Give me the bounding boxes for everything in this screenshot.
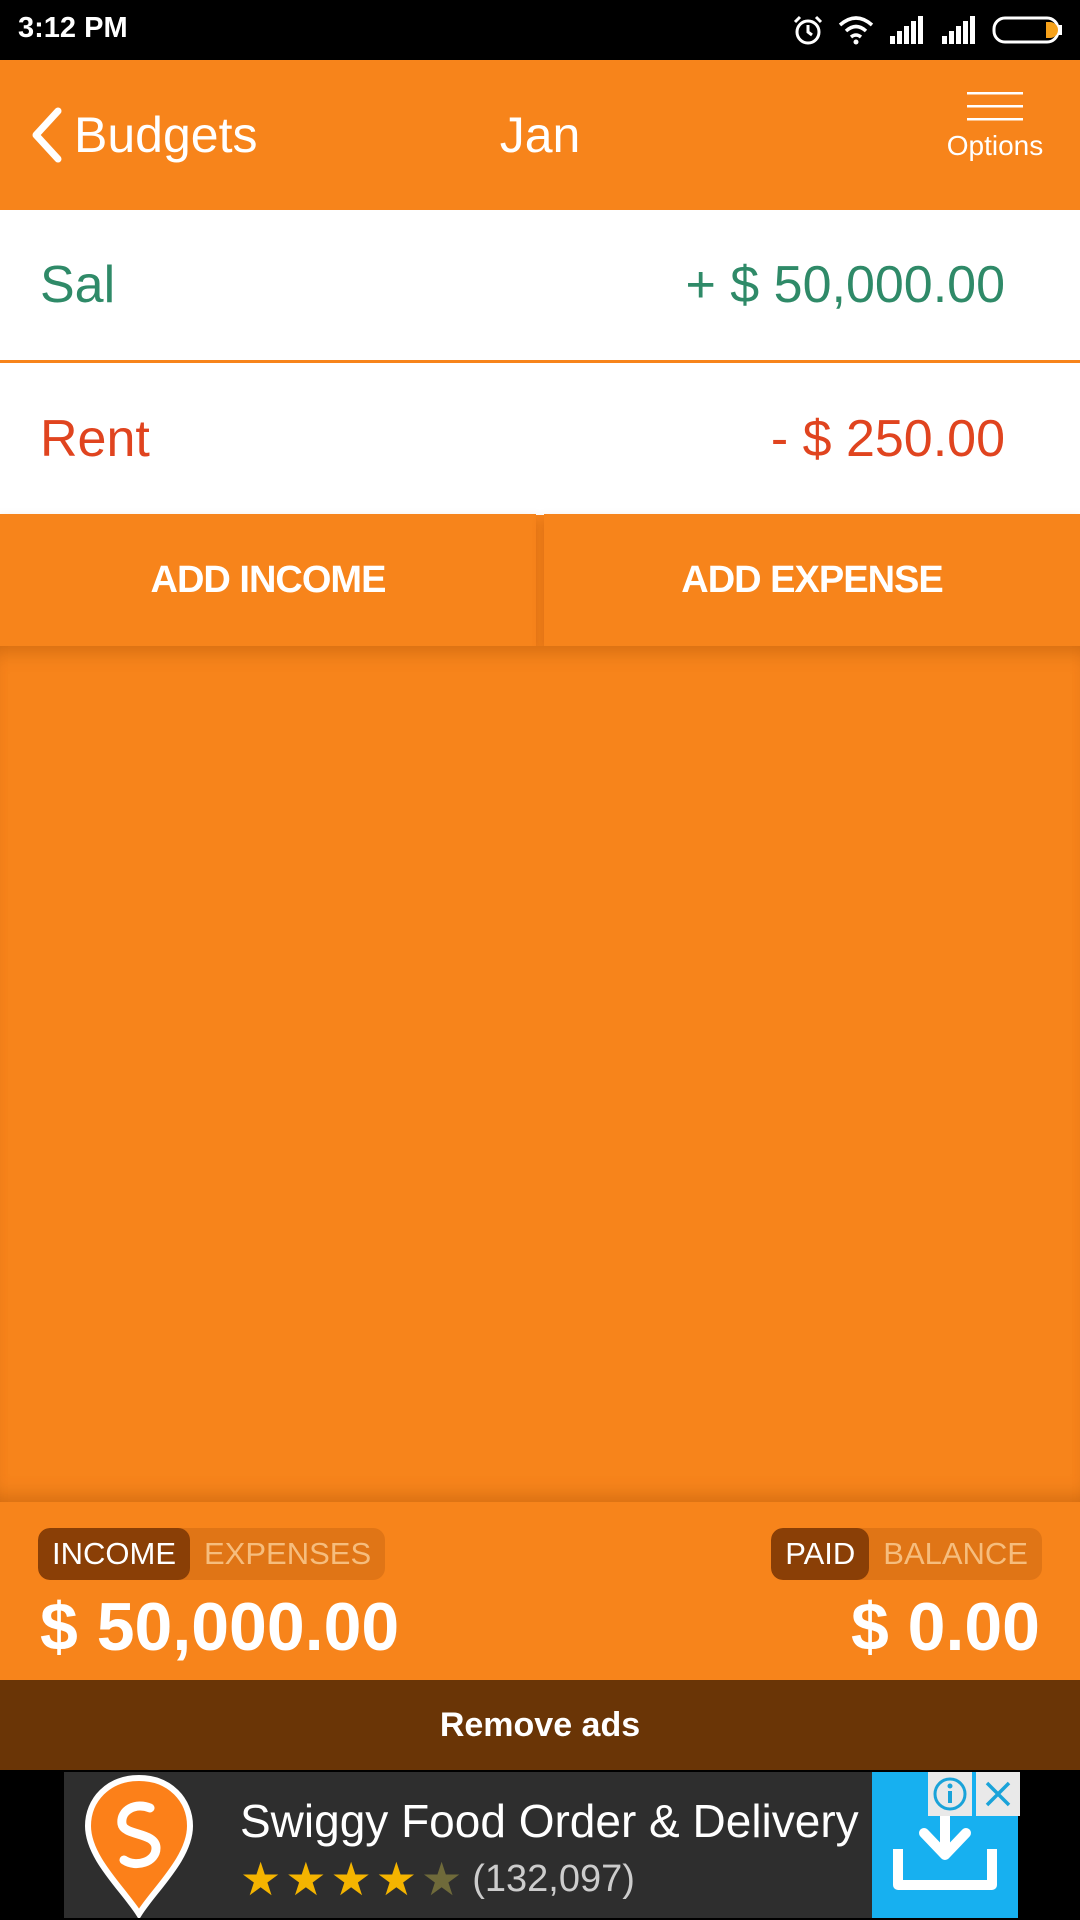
- income-total: $ 50,000.00: [40, 1589, 400, 1665]
- signal-icon: [942, 16, 975, 44]
- star-half-icon: ★: [421, 1853, 463, 1905]
- list-item[interactable]: Sal + $ 50,000.00: [0, 210, 1080, 363]
- swiggy-logo-icon: [84, 1774, 194, 1918]
- star-icon: ★: [240, 1853, 282, 1905]
- action-buttons: ADD INCOME ADD EXPENSE: [0, 514, 1080, 646]
- empty-content-area: [0, 646, 1080, 1502]
- menu-icon: [967, 92, 1023, 121]
- wifi-icon: [838, 16, 874, 45]
- income-expenses-toggle[interactable]: INCOME EXPENSES: [38, 1528, 386, 1580]
- signal-icon: [890, 16, 923, 44]
- ad-rating-count: (132,097): [472, 1857, 635, 1900]
- toggle-expenses[interactable]: EXPENSES: [190, 1528, 385, 1580]
- status-icons: [792, 12, 1064, 48]
- toggle-balance[interactable]: BALANCE: [869, 1528, 1042, 1580]
- star-icon: ★: [330, 1853, 372, 1905]
- star-icon: ★: [375, 1853, 417, 1905]
- paid-total: $ 0.00: [850, 1589, 1040, 1665]
- ad-close-icon[interactable]: [976, 1772, 1020, 1816]
- status-bar: 3:12 PM: [0, 0, 1080, 60]
- status-time: 3:12 PM: [18, 12, 128, 44]
- add-income-button[interactable]: ADD INCOME: [0, 514, 536, 646]
- battery-icon: [992, 16, 1062, 44]
- ad-banner: Swiggy Food Order & Delivery ★ ★ ★ ★ ★ (…: [0, 1770, 1080, 1920]
- paid-balance-toggle[interactable]: PAID BALANCE: [771, 1528, 1042, 1580]
- entry-amount: - $ 250.00: [770, 410, 1005, 468]
- entry-amount: + $ 50,000.00: [685, 256, 1005, 314]
- remove-ads-button[interactable]: Remove ads: [0, 1680, 1080, 1770]
- page-title: Jan: [499, 107, 581, 163]
- add-expense-button[interactable]: ADD EXPENSE: [544, 514, 1080, 646]
- options-label: Options: [946, 130, 1044, 161]
- summary-panel: INCOME EXPENSES $ 50,000.00 PAID BALANCE…: [0, 1502, 1080, 1680]
- list-item[interactable]: Rent - $ 250.00: [0, 363, 1080, 515]
- entry-name: Rent: [40, 410, 150, 468]
- star-icon: ★: [285, 1853, 327, 1905]
- entry-name: Sal: [40, 256, 116, 314]
- ad-content[interactable]: Swiggy Food Order & Delivery ★ ★ ★ ★ ★ (…: [64, 1772, 1018, 1918]
- ad-title: Swiggy Food Order & Delivery: [240, 1795, 859, 1847]
- app-bar: Budgets Jan Options: [0, 60, 1080, 210]
- alarm-icon: [793, 15, 823, 45]
- entries-list: Sal + $ 50,000.00 Rent - $ 250.00: [0, 210, 1080, 515]
- ad-info-icon[interactable]: [928, 1772, 972, 1816]
- toggle-paid[interactable]: PAID: [771, 1528, 870, 1580]
- ad-rating: ★ ★ ★ ★ ★ (132,097): [240, 1854, 635, 1904]
- toggle-income[interactable]: INCOME: [38, 1528, 190, 1580]
- options-button[interactable]: Options: [940, 90, 1050, 162]
